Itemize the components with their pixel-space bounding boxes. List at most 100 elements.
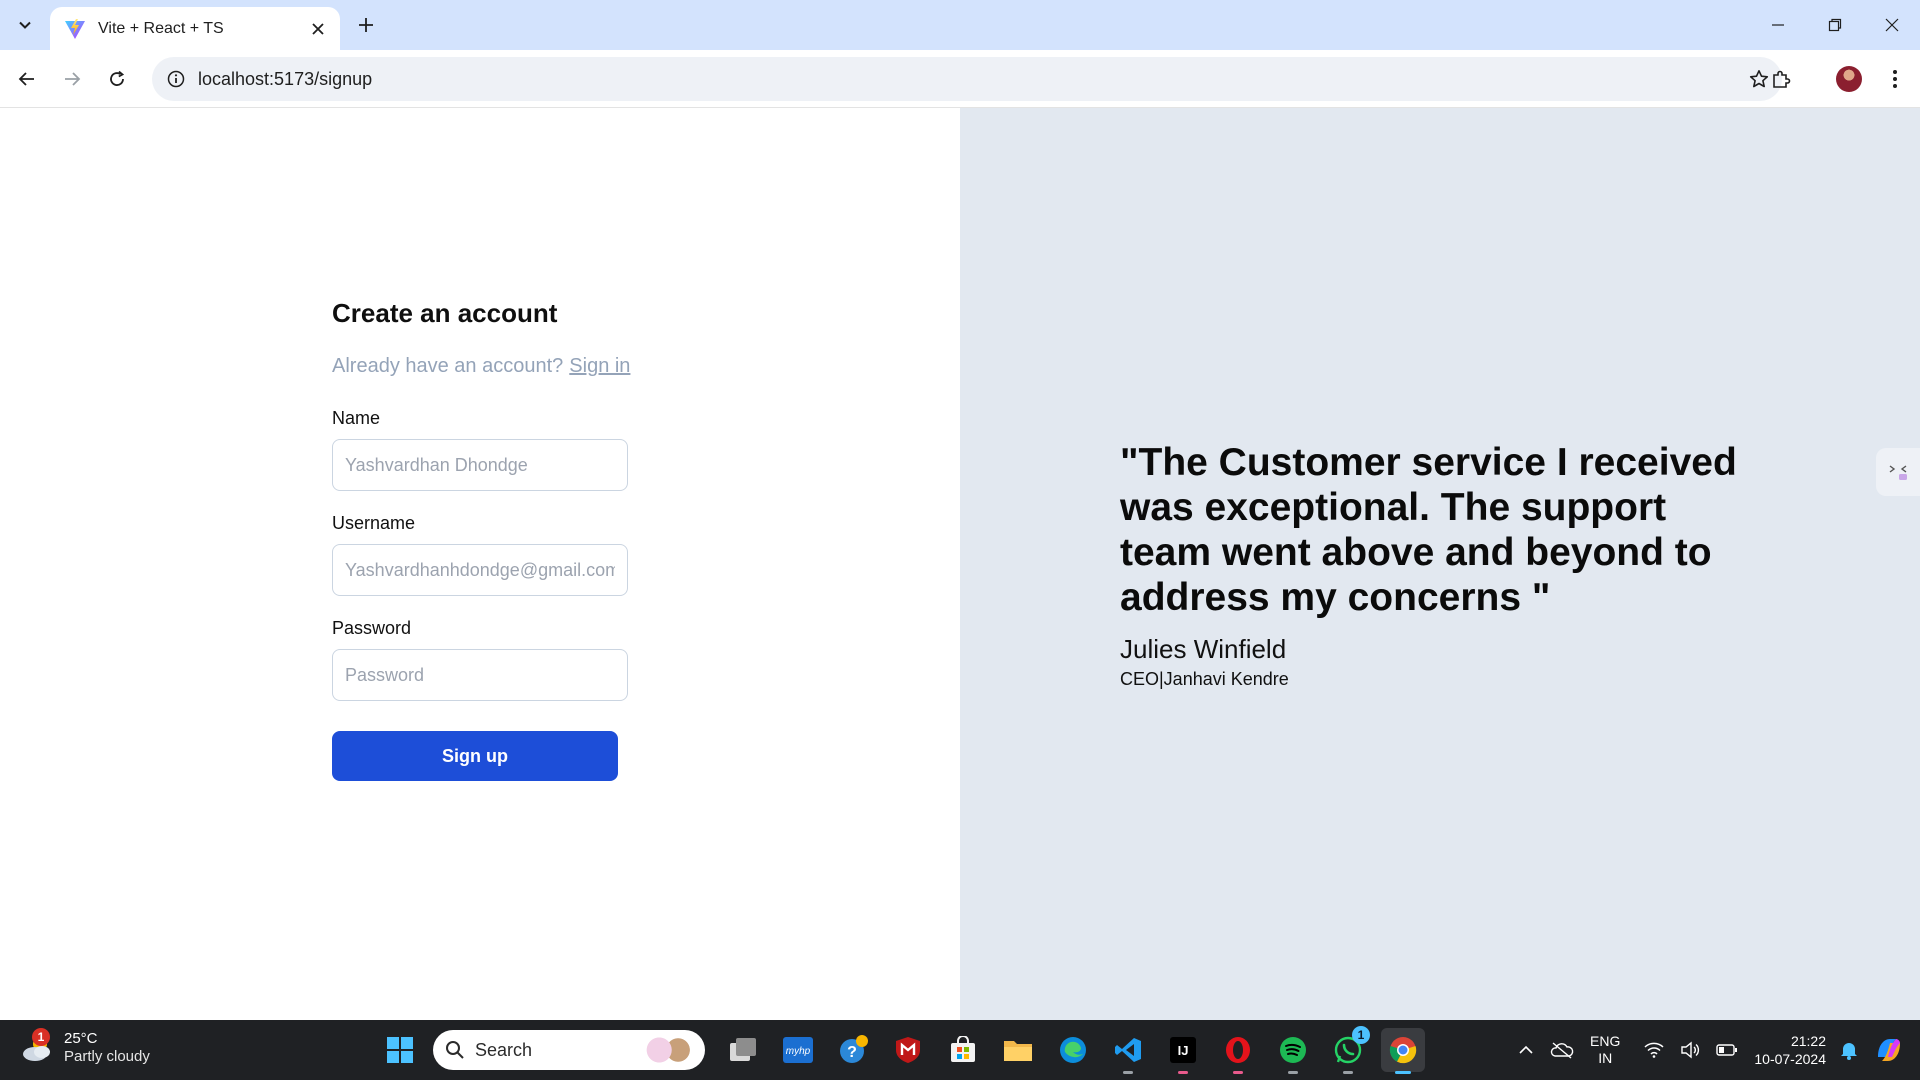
signin-link[interactable]: Sign in (569, 355, 630, 377)
clock-date: 10-07-2024 (1754, 1051, 1826, 1067)
chrome-app[interactable] (1381, 1028, 1425, 1074)
notifications-button[interactable] (1840, 1040, 1858, 1060)
tab-search-button[interactable] (10, 10, 40, 40)
url-text[interactable]: localhost:5173/signup (198, 69, 1744, 90)
input-language-indicator[interactable]: ENG IN (1590, 1033, 1620, 1067)
site-info-icon[interactable] (164, 67, 188, 91)
whatsapp-app[interactable]: 1 (1326, 1026, 1370, 1074)
signup-button[interactable]: Sign up (332, 731, 618, 781)
mcafee-app[interactable] (886, 1028, 930, 1072)
restore-button[interactable] (1806, 0, 1863, 50)
testimonial-author: Julies Winfield (1120, 634, 1287, 664)
browser-toolbar: localhost:5173/signup (0, 50, 1920, 108)
myhp-app[interactable]: myhp (776, 1028, 820, 1072)
region-code: IN (1598, 1050, 1613, 1066)
weather-text: 25°C Partly cloudy (64, 1030, 150, 1066)
signup-form: Create an account Already have an accoun… (332, 298, 632, 781)
search-icon (446, 1041, 464, 1059)
intellij-icon: IJ (1170, 1037, 1196, 1063)
name-input[interactable] (332, 439, 628, 491)
signup-pane: Create an account Already have an accoun… (0, 108, 960, 1020)
bell-icon (1841, 1043, 1857, 1060)
volume-tray[interactable] (1680, 1041, 1700, 1059)
minimize-button[interactable] (1749, 0, 1806, 50)
reload-button[interactable] (102, 64, 132, 94)
intellij-app[interactable]: IJ (1161, 1028, 1205, 1074)
opera-app[interactable] (1216, 1028, 1260, 1074)
running-indicator (1233, 1071, 1243, 1074)
running-indicator (1395, 1071, 1411, 1074)
address-bar[interactable]: localhost:5173/signup (152, 57, 1782, 101)
taskbar-apps: Search myhp ? IJ 1 (378, 1026, 1436, 1074)
extensions-button[interactable] (1766, 64, 1796, 94)
copilot-button[interactable] (1874, 1035, 1904, 1065)
running-indicator (1123, 1071, 1133, 1074)
new-tab-button[interactable] (352, 11, 380, 39)
opera-icon (1226, 1037, 1250, 1063)
language-code: ENG (1590, 1033, 1621, 1049)
system-clock[interactable]: 21:22 10-07-2024 (1754, 1032, 1826, 1068)
help-app[interactable]: ? (831, 1028, 875, 1072)
store-bag-icon (951, 1036, 975, 1062)
forward-button[interactable] (57, 64, 87, 94)
name-label: Name (332, 408, 381, 428)
svg-text:IJ: IJ (1178, 1043, 1189, 1058)
minimize-icon (1771, 24, 1784, 26)
arrow-left-icon (18, 72, 34, 86)
spotify-app[interactable] (1271, 1028, 1315, 1074)
username-input[interactable] (332, 544, 628, 596)
edge-app[interactable] (1051, 1028, 1095, 1072)
wifi-tray[interactable] (1644, 1042, 1664, 1058)
battery-icon (1716, 1044, 1738, 1056)
mcafee-shield-icon (896, 1037, 920, 1063)
testimonial-quote: "The Customer service I received was exc… (1120, 441, 1737, 619)
testimonial-pane: "The Customer service I received was exc… (960, 108, 1920, 1020)
battery-tray[interactable] (1716, 1043, 1738, 1057)
running-indicator (1288, 1071, 1298, 1074)
browser-tab-bar: Vite + React + TS (0, 0, 1920, 50)
partly-cloudy-icon: 1 (20, 1028, 54, 1064)
chrome-icon (1389, 1037, 1417, 1064)
windows-taskbar: 1 25°C Partly cloudy Search myhp ? IJ 1 … (0, 1020, 1920, 1080)
arrow-right-icon (65, 72, 81, 86)
microsoft-store-app[interactable] (941, 1028, 985, 1072)
folder-icon (1004, 1041, 1032, 1061)
help-icon: ? (840, 1035, 868, 1063)
back-button[interactable] (12, 64, 42, 94)
browser-tab[interactable]: Vite + React + TS (50, 7, 340, 50)
weather-temp: 25°C (64, 1030, 98, 1047)
whatsapp-notification-badge: 1 (1352, 1026, 1370, 1044)
more-vertical-icon (1893, 70, 1897, 88)
side-panel-toggle[interactable] (1876, 448, 1920, 496)
task-view-button[interactable] (721, 1028, 765, 1072)
vscode-app[interactable] (1106, 1028, 1150, 1074)
chevron-up-icon (1519, 1045, 1533, 1054)
copilot-icon (1878, 1039, 1900, 1061)
clock-time: 21:22 (1790, 1033, 1826, 1049)
show-hidden-icons-button[interactable] (1518, 1042, 1534, 1058)
close-icon (1885, 18, 1898, 32)
taskbar-search[interactable]: Search (433, 1030, 705, 1070)
reload-icon (110, 70, 125, 86)
search-highlight-art (643, 1034, 697, 1066)
start-button[interactable] (378, 1028, 422, 1072)
weather-widget[interactable]: 1 25°C Partly cloudy (20, 1028, 150, 1066)
profile-avatar[interactable] (1836, 66, 1862, 92)
window-close-button[interactable] (1863, 0, 1920, 50)
password-input[interactable] (332, 649, 628, 701)
page-viewport: Create an account Already have an accoun… (0, 108, 1920, 1020)
username-label: Username (332, 513, 416, 533)
file-explorer-app[interactable] (996, 1028, 1040, 1072)
chevron-down-icon (19, 21, 31, 29)
cloud-off-icon (1550, 1042, 1574, 1059)
testimonial-role: CEO|Janhavi Kendre (1120, 669, 1289, 689)
onedrive-tray[interactable] (1550, 1041, 1574, 1059)
restore-icon (1828, 18, 1841, 32)
tab-close-button[interactable] (306, 17, 330, 41)
browser-menu-button[interactable] (1880, 64, 1910, 94)
spotify-icon (1280, 1037, 1306, 1063)
page-title: Create an account (332, 298, 558, 328)
window-controls (1749, 0, 1920, 50)
plus-icon (359, 18, 373, 32)
running-indicator (1343, 1071, 1353, 1074)
